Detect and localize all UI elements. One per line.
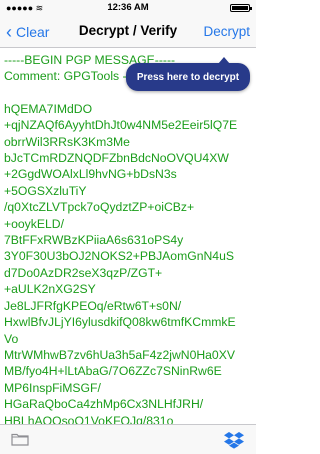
message-line: 3Y0F30U3bOJ2NOKS2+PBJAomGnN4uS — [4, 249, 234, 264]
message-line: bJcTCmRDZNQDFZbnBdcNoOVQU4XW — [4, 151, 229, 166]
message-line: +2GgdWOAlxLl9hvNG+bDsN3s — [4, 167, 177, 182]
status-bar: ●●●●● ≋ 12:36 AM — [0, 0, 256, 16]
message-line: MP6InspFiMSGF/ — [4, 380, 101, 395]
dropbox-icon[interactable] — [224, 431, 244, 449]
message-line: MtrWMhwB7zv6hUa3h5aF4z2jwN0Ha0XV — [4, 347, 235, 362]
message-line: +aULK2nXG2SY — [4, 282, 96, 297]
message-line: HBLhAQOsoQ1VoKFQJq/831o — [4, 413, 174, 424]
message-line: d7Do0AzDR2seX3qzP/ZGT+ — [4, 265, 163, 280]
message-line: Vo — [4, 331, 19, 346]
decrypt-button[interactable]: Decrypt — [203, 24, 250, 39]
message-line: MB/fyo4H+lLtAbaG/7O6ZZc7SNinRw6E — [4, 364, 222, 379]
folder-icon[interactable] — [11, 432, 29, 446]
status-time: 12:36 AM — [107, 2, 149, 13]
message-line: Je8LJFRfgKPEOq/eRtw6T+s0N/ — [4, 298, 182, 313]
message-line: /q0XtcZLVTpck7oQydztZP+oiCBz+ — [4, 200, 195, 215]
message-text-view[interactable]: -----BEGIN PGP MESSAGE----- Comment: GPG… — [4, 52, 250, 424]
message-line: 7BtFFxRWBzKPiiaA6s631oPS4y — [4, 233, 184, 248]
decrypt-tooltip[interactable]: Press here to decrypt — [126, 57, 250, 91]
message-line: HGaRaQboCa4zhMp6Cx3NLHfJRH/ — [4, 397, 204, 412]
message-line: +qjNZAQf6AyyhtDhJt0w4NM5e2Eeir5lQ7E — [4, 118, 238, 133]
bottom-toolbar — [0, 424, 256, 454]
message-line: obrrWil3RRsK3Km3Me — [4, 134, 130, 149]
navigation-bar: ‹ Clear Decrypt / Verify Decrypt — [0, 16, 256, 48]
message-line: HxwlBfvJLjYI6ylusdkifQ08kw6tmfKCmmkE — [4, 315, 236, 330]
chevron-left-icon: ‹ — [6, 21, 12, 42]
message-line: +ooykELD/ — [4, 216, 64, 231]
clear-button[interactable]: ‹ Clear — [6, 22, 49, 42]
clear-button-label: Clear — [16, 24, 50, 40]
message-line: +5OGSXzluTiY — [4, 183, 87, 198]
battery-icon — [230, 4, 252, 12]
message-line: hQEMA7IMdDO — [4, 101, 93, 116]
